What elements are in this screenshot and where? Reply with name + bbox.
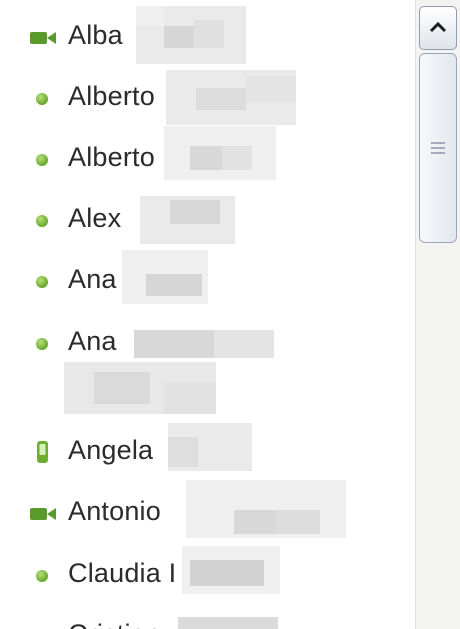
- online-status-dot-icon: [36, 154, 48, 166]
- contact-name: Claudia I: [68, 558, 177, 588]
- contact-name: Alberto: [68, 142, 155, 172]
- online-status-dot-icon: [36, 276, 48, 288]
- contact-name: Alberto: [68, 81, 155, 111]
- redacted-name-blur: [166, 70, 296, 125]
- contact-item[interactable]: Cristian: [0, 617, 415, 629]
- contact-item[interactable]: Ana: [0, 250, 415, 304]
- contact-name: Alba: [68, 20, 123, 50]
- video-camera-icon: [29, 505, 57, 523]
- scroll-grip-icon: [431, 142, 445, 144]
- video-camera-icon: [29, 29, 57, 47]
- vertical-scrollbar[interactable]: [415, 0, 460, 629]
- mobile-phone-icon: [36, 440, 49, 464]
- redacted-name-blur: [122, 250, 208, 304]
- chevron-up-icon: [429, 21, 447, 33]
- redacted-name-blur: [64, 362, 216, 414]
- scroll-grip-icon: [431, 147, 445, 149]
- redacted-name-blur: [168, 423, 252, 471]
- contact-item[interactable]: Alex: [0, 196, 415, 244]
- scroll-up-button[interactable]: [419, 6, 457, 50]
- contact-name: Antonio: [68, 496, 161, 526]
- contact-name: Angela: [68, 435, 154, 465]
- contact-list: Alba Alberto Alberto Alex Ana Ana Angela…: [0, 0, 415, 629]
- online-status-dot-icon: [36, 338, 48, 350]
- scroll-thumb[interactable]: [419, 53, 457, 243]
- contact-item[interactable]: Claudia I: [0, 546, 415, 596]
- contact-item[interactable]: Alberto: [0, 70, 415, 125]
- redacted-name-blur: [186, 480, 346, 538]
- contact-name: Ana: [68, 326, 117, 356]
- contact-item[interactable]: Alberto: [0, 126, 415, 180]
- online-status-dot-icon: [36, 215, 48, 227]
- contact-item[interactable]: Angela: [0, 423, 415, 473]
- redacted-name-blur: [134, 330, 274, 358]
- redacted-name-blur: [182, 546, 280, 594]
- contact-item[interactable]: Alba: [0, 6, 415, 64]
- contact-item[interactable]: Ana: [0, 324, 415, 424]
- contact-item[interactable]: Antonio: [0, 480, 415, 538]
- scroll-grip-icon: [431, 152, 445, 154]
- contact-name: Ana: [68, 264, 117, 294]
- online-status-dot-icon: [36, 93, 48, 105]
- redacted-name-blur: [178, 617, 278, 629]
- contact-name: Cristian: [68, 619, 161, 629]
- online-status-dot-icon: [36, 570, 48, 582]
- redacted-name-blur: [140, 196, 235, 244]
- contact-name: Alex: [68, 203, 122, 233]
- redacted-name-blur: [136, 6, 246, 64]
- redacted-name-blur: [164, 126, 276, 180]
